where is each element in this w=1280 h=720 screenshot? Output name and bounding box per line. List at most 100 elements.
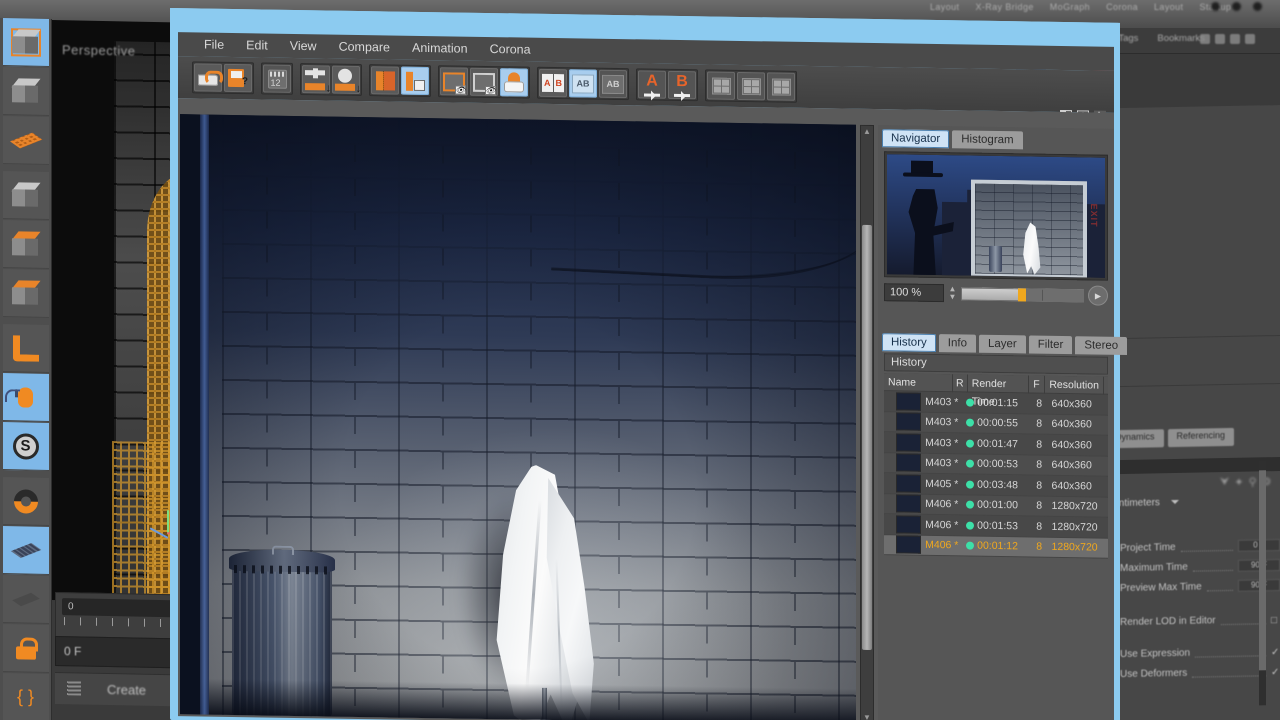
field-preview-max-time[interactable]: Preview Max Time 90 F (1102, 575, 1280, 598)
c4d-secondary-toolbar[interactable] (1200, 34, 1255, 44)
column-r[interactable]: R (953, 374, 968, 392)
history-table[interactable]: Name R Render Time F Resolution M403 * 0… (884, 373, 1108, 559)
image-canvas[interactable] (180, 114, 856, 720)
zoom-controls[interactable]: 100 % ▲▼ ▶ (884, 282, 1108, 306)
menu-view[interactable]: View (290, 39, 317, 53)
tab-histogram[interactable]: Histogram (952, 130, 1022, 149)
zoom-slider-knob[interactable] (1018, 288, 1026, 301)
export-frames-button[interactable] (401, 67, 429, 95)
menu-corona[interactable]: Corona (490, 42, 531, 57)
compare-ab-gray-button[interactable]: AB (599, 70, 627, 98)
c4d-tool-icon-4[interactable] (1245, 34, 1255, 44)
navigator-view-rect[interactable] (971, 180, 1087, 278)
strip-item-3[interactable]: Corona (1106, 2, 1138, 12)
strip-item-1[interactable]: X-Ray Bridge (975, 2, 1033, 12)
table-row-selected[interactable]: M406 * 00:01:12 8 1280x720 (884, 535, 1108, 559)
tab-filter[interactable]: Filter (1029, 335, 1073, 354)
compare-ab-blue-button[interactable]: AB (569, 69, 597, 97)
picture-viewer-window[interactable]: Picture Viewer – ❑ × File Edit View Comp… (170, 8, 1120, 720)
column-name[interactable]: Name (884, 373, 953, 392)
c4d-left-tool-palette[interactable]: S { } (0, 18, 52, 720)
menu-edit[interactable]: Edit (246, 38, 268, 52)
tool-axis-mode[interactable] (3, 324, 49, 373)
zoom-value-field[interactable]: 100 % (884, 283, 944, 302)
c4d-layout-strip[interactable]: Layout X-Ray Bridge MoGraph Corona Layou… (930, 2, 1231, 12)
add-sphere-button[interactable]: ↓ (332, 66, 360, 94)
tool-magnet[interactable] (3, 477, 49, 526)
tab-stereo[interactable]: Stereo (1075, 336, 1127, 355)
tool-brace[interactable]: { } (3, 673, 49, 720)
c4d-attributes-panel[interactable]: ⮟ ✦ ⚲ ⚙ Dynamics Referencing Centimeters… (1102, 105, 1280, 720)
bottom-create-label[interactable]: Create (107, 682, 146, 698)
tool-plane-ring[interactable] (3, 575, 49, 624)
c4d-minimize-icon[interactable] (1211, 2, 1220, 11)
tab-history[interactable]: History (882, 333, 936, 352)
zoom-stepper-icon[interactable]: ▲▼ (948, 285, 957, 301)
render-settings-button[interactable]: 12 (263, 64, 291, 92)
delete-frames-button[interactable] (371, 66, 399, 94)
c4d-menu-tags[interactable]: Tags (1118, 33, 1138, 44)
checkbox-unchecked-icon[interactable]: □ (1271, 615, 1280, 624)
tool-snap-mode[interactable]: S (3, 422, 49, 471)
tool-render-cube[interactable] (3, 67, 49, 116)
chevron-down-icon[interactable]: ▼ (861, 712, 873, 720)
c4d-close-icon[interactable] (1253, 2, 1262, 11)
open-image-button[interactable] (194, 63, 222, 91)
panel-tabs[interactable]: History Info Layer Filter Stereo (878, 329, 1114, 355)
c4d-window-controls[interactable] (1211, 2, 1262, 11)
tab-layer[interactable]: Layer (979, 335, 1026, 354)
checkbox-checked-icon[interactable]: ✓ (1271, 667, 1280, 676)
attribute-tabs[interactable]: Dynamics Referencing (1102, 427, 1280, 448)
tool-selection-cube[interactable] (3, 18, 49, 67)
tool-grid-array[interactable] (3, 116, 49, 165)
column-f[interactable]: F (1029, 375, 1045, 393)
view-b-button[interactable]: 👁 (470, 68, 498, 96)
strip-item-2[interactable]: MoGraph (1050, 2, 1090, 12)
tool-polygons-mode[interactable] (3, 269, 49, 318)
menu-file[interactable]: File (204, 38, 224, 52)
c4d-tool-icon-3[interactable] (1230, 34, 1240, 44)
image-vertical-scrollbar[interactable]: ▲ ▼ (860, 125, 874, 720)
scrollbar-thumb[interactable] (862, 225, 872, 650)
field-render-lod[interactable]: Render LOD in Editor □ (1102, 609, 1280, 632)
column-render-time[interactable]: Render Time (968, 374, 1029, 393)
c4d-tool-icon-1[interactable] (1200, 34, 1210, 44)
strip-item-4[interactable]: Layout (1154, 2, 1183, 12)
attr-pin-icon[interactable]: ✦ (1234, 476, 1243, 489)
bottom-grid-icon[interactable] (67, 681, 81, 695)
save-image-button[interactable]: ? (224, 64, 252, 92)
tool-edges-mode[interactable] (3, 220, 49, 269)
menu-animation[interactable]: Animation (412, 41, 468, 56)
tool-mouse-mode[interactable] (3, 373, 49, 422)
chevron-up-icon[interactable]: ▲ (861, 126, 873, 138)
attr-down-icon[interactable]: ⮟ (1220, 476, 1229, 489)
column-resolution[interactable]: Resolution (1045, 375, 1104, 394)
play-icon[interactable]: ▶ (1088, 285, 1108, 305)
layout-quad-button[interactable] (737, 72, 765, 100)
navigator-preview[interactable]: EXIT (884, 151, 1108, 281)
tab-info[interactable]: Info (939, 334, 976, 353)
c4d-maximize-icon[interactable] (1232, 2, 1241, 11)
view-person-button[interactable] (500, 68, 528, 96)
navigator-tabs[interactable]: Navigator Histogram (878, 125, 1114, 151)
tab-navigator[interactable]: Navigator (882, 129, 949, 148)
attribute-panel-scrollbar[interactable] (1259, 460, 1266, 705)
scrollbar-thumb[interactable] (1259, 470, 1266, 670)
add-frame-button[interactable]: ↓ (302, 65, 330, 93)
view-a-button[interactable]: 👁 (440, 67, 468, 95)
set-a-button[interactable]: A (638, 70, 666, 98)
c4d-tool-icon-2[interactable] (1215, 34, 1225, 44)
tab-referencing[interactable]: Referencing (1168, 428, 1235, 447)
strip-item-0[interactable]: Layout (930, 2, 959, 12)
layout-side-by-side-button[interactable] (707, 71, 735, 99)
checkbox-checked-icon[interactable]: ✓ (1271, 647, 1280, 656)
compare-ab-button[interactable]: AB (539, 69, 567, 97)
set-b-button[interactable]: B (668, 71, 696, 99)
menu-compare[interactable]: Compare (339, 40, 390, 55)
tool-points-mode[interactable] (3, 171, 49, 220)
tool-mesh-lock[interactable] (3, 526, 49, 575)
c4d-menu-bookmarks[interactable]: Bookmarks (1157, 33, 1205, 44)
zoom-slider[interactable] (961, 287, 1084, 302)
field-use-deformers[interactable]: Use Deformers ✓ (1102, 661, 1280, 684)
tool-lock[interactable] (3, 624, 49, 673)
